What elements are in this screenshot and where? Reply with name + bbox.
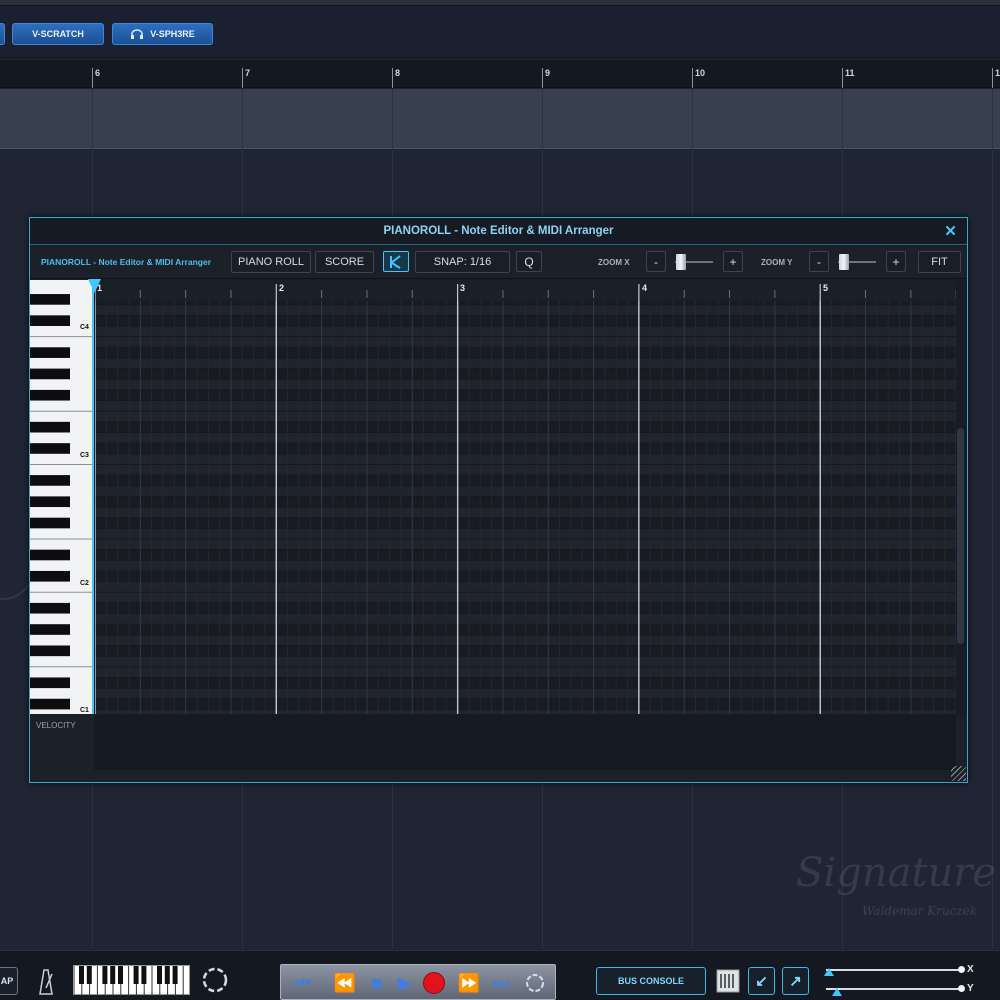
octave-label-c3: C3 — [80, 452, 89, 459]
zoom-x-minus-button[interactable]: - — [646, 251, 666, 272]
pencil-tool-icon — [390, 254, 401, 269]
y-axis-label: Y — [967, 983, 974, 994]
top-toolbar: V-SCRATCH V-SPH3RE — [0, 0, 1000, 58]
x-axis-label: X — [967, 964, 974, 975]
zoom-y-label: ZOOM Y — [761, 258, 793, 267]
daw-window: V-SCRATCH V-SPH3RE 6 7 8 9 10 11 1 Signa… — [0, 0, 1000, 1000]
bus-console-label: BUS CONSOLE — [617, 976, 684, 986]
draw-tool-button[interactable] — [383, 251, 409, 272]
octave-label-c2: C2 — [80, 580, 89, 587]
toolbar-button-partial[interactable] — [0, 23, 5, 45]
cycle-icon[interactable] — [524, 972, 546, 994]
signature-watermark-subtitle: Waldemar Kruczek — [862, 904, 977, 918]
y-slider-handle[interactable] — [958, 985, 965, 992]
record-icon[interactable] — [423, 972, 445, 994]
minus-label: - — [817, 254, 821, 269]
ruler-mark: 8 — [395, 68, 401, 78]
zoom-y-slider-handle[interactable] — [839, 254, 849, 270]
track-lane[interactable] — [0, 89, 1000, 149]
pianoroll-titlebar[interactable]: PIANOROLL - Note Editor & MIDI Arranger … — [30, 218, 967, 245]
minus-label: - — [654, 254, 658, 269]
plus-label: + — [892, 254, 900, 269]
zoom-y-slider[interactable] — [838, 254, 876, 270]
ruler-mark: 7 — [245, 68, 251, 78]
zoom-x-slider-handle[interactable] — [676, 254, 686, 270]
plus-label: + — [729, 254, 737, 269]
zoom-x-plus-button[interactable]: + — [723, 251, 743, 272]
pianoroll-window: PIANOROLL - Note Editor & MIDI Arranger … — [29, 217, 968, 783]
x-axis-slider[interactable] — [826, 969, 961, 971]
bottom-transport-bar: AP ⏮ ⏪ ■ ▶ ⏩ ⏭ BUS CONSOLE ↙ ↗ X Y — [0, 950, 1000, 1000]
midi-keyboard-icon[interactable] — [73, 965, 190, 996]
quantize-button[interactable]: Q — [516, 251, 542, 272]
velocity-editor[interactable] — [94, 715, 956, 770]
mode-button-label: AP — [0, 976, 14, 986]
loop-icon[interactable] — [200, 965, 230, 995]
vertical-scrollbar[interactable] — [957, 428, 964, 644]
headphones-icon — [131, 29, 144, 39]
bar-label: 2 — [279, 283, 285, 293]
close-icon[interactable]: ✕ — [943, 224, 958, 239]
score-mode-label: SCORE — [324, 256, 365, 268]
playhead-marker[interactable] — [88, 279, 102, 295]
zoom-x-slider[interactable] — [675, 254, 713, 270]
v-sph3re-label: V-SPH3RE — [150, 29, 195, 39]
snap-selector[interactable]: SNAP: 1/16 — [415, 251, 510, 273]
velocity-label: VELOCITY — [36, 721, 76, 730]
bar-label: 4 — [642, 283, 648, 293]
go-to-start-icon[interactable]: ⏮ — [293, 973, 313, 993]
octave-label-c1: C1 — [80, 707, 89, 714]
snap-label: SNAP: 1/16 — [433, 256, 492, 268]
octave-label-c4: C4 — [80, 324, 89, 331]
zoom-y-minus-button[interactable]: - — [809, 251, 829, 272]
bus-console-button[interactable]: BUS CONSOLE — [596, 967, 706, 995]
ruler-mark: 9 — [545, 68, 551, 78]
ruler-mark: 11 — [845, 68, 855, 78]
piano-keys[interactable] — [30, 280, 94, 714]
ruler-mark: 1 — [995, 68, 1000, 78]
pianoroll-toolbar: PIANOROLL - Note Editor & MIDI Arranger … — [30, 246, 967, 279]
transport-controls: ⏮ ⏪ ■ ▶ ⏩ ⏭ — [280, 964, 556, 1000]
ruler-mark: 6 — [95, 68, 101, 78]
play-icon[interactable]: ▶ — [395, 973, 415, 993]
x-slider-handle[interactable] — [958, 966, 965, 973]
metronome-icon[interactable] — [34, 966, 58, 996]
mode-button-partial[interactable]: AP — [0, 967, 18, 995]
velocity-lane[interactable]: VELOCITY — [30, 715, 967, 782]
v-scratch-button[interactable]: V-SCRATCH — [12, 23, 104, 45]
ruler-mark: 10 — [695, 68, 706, 78]
fast-forward-icon[interactable]: ⏩ — [455, 973, 483, 993]
rewind-icon[interactable]: ⏪ — [331, 973, 359, 993]
pianoroll-subtitle: PIANOROLL - Note Editor & MIDI Arranger — [41, 257, 212, 267]
bar-label: 5 — [823, 283, 829, 293]
menu-strip — [0, 0, 1000, 6]
v-sph3re-button[interactable]: V-SPH3RE — [112, 23, 213, 45]
stop-icon[interactable]: ■ — [367, 973, 387, 993]
zoom-x-label: ZOOM X — [598, 258, 630, 267]
note-grid-lines — [95, 280, 956, 714]
collapse-icon[interactable]: ↙ — [748, 967, 775, 995]
quantize-label: Q — [524, 254, 534, 269]
timeline-ruler[interactable]: 6 7 8 9 10 11 1 — [0, 60, 1000, 88]
piano-roll-mode-label: PIANO ROLL — [237, 256, 305, 268]
resize-grip-icon[interactable] — [951, 766, 966, 781]
fit-label: FIT — [931, 256, 948, 268]
x-marker-icon — [824, 968, 834, 976]
note-grid[interactable]: 1 2 3 4 5 — [95, 280, 956, 714]
expand-icon[interactable]: ↗ — [782, 967, 809, 995]
bar-label: 3 — [460, 283, 466, 293]
v-scratch-label: V-SCRATCH — [32, 29, 84, 39]
go-to-end-icon[interactable]: ⏭ — [491, 973, 511, 993]
pianoroll-title: PIANOROLL - Note Editor & MIDI Arranger — [383, 225, 614, 237]
score-mode-button[interactable]: SCORE — [315, 251, 374, 273]
y-axis-slider[interactable] — [826, 988, 961, 990]
y-marker-icon — [832, 988, 842, 996]
piano-keyboard[interactable]: C4 C3 C2 C1 — [30, 280, 94, 714]
fit-button[interactable]: FIT — [918, 251, 961, 273]
signature-watermark: Signature — [796, 850, 997, 896]
piano-roll-mode-button[interactable]: PIANO ROLL — [231, 251, 311, 273]
zoom-y-plus-button[interactable]: + — [886, 251, 906, 272]
mixer-icon[interactable] — [716, 969, 740, 993]
